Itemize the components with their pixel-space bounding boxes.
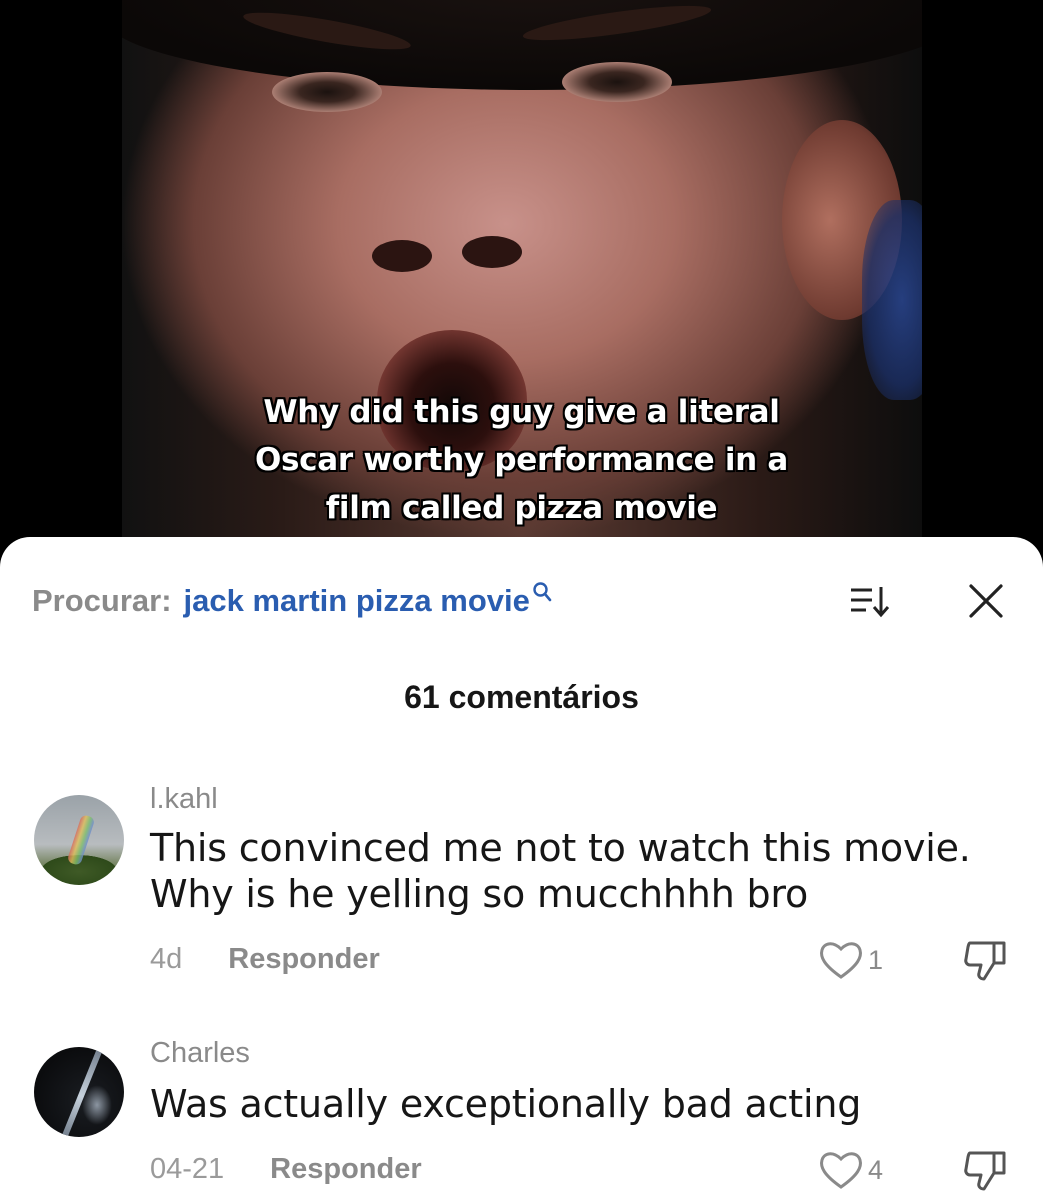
caption-line: Oscar worthy performance in a <box>254 442 789 478</box>
video-eye-left <box>272 72 382 112</box>
avatar-glow <box>82 1085 112 1125</box>
comment-meta: 4d Responder <box>150 943 380 976</box>
comment-date: 4d <box>150 943 183 975</box>
caption-line: Why did this guy give a literal <box>263 394 780 430</box>
like-count: 1 <box>868 944 884 975</box>
reply-button[interactable]: Responder <box>270 1153 421 1186</box>
like-count: 4 <box>868 1154 884 1185</box>
comment-item: l.kahl This convinced me not to watch th… <box>0 783 1043 983</box>
comment-text: This convinced me not to watch this movi… <box>150 825 971 917</box>
search-prefix: Procurar: <box>32 583 172 618</box>
search-query-link[interactable]: jack martin pizza movie <box>184 583 530 619</box>
heart-icon <box>820 942 862 979</box>
video-player[interactable]: Why did this guy give a literal Oscar wo… <box>0 0 1043 560</box>
caption-line: film called pizza movie <box>325 490 718 526</box>
search-icon <box>533 582 552 602</box>
avatar[interactable] <box>34 1047 124 1137</box>
comment-text-line: Why is he yelling so mucchhhh bro <box>150 872 809 916</box>
avatar[interactable] <box>34 795 124 885</box>
video-caption: Why did this guy give a literal Oscar wo… <box>0 388 1043 532</box>
comment-date: 04-21 <box>150 1153 225 1185</box>
video-eye-right <box>562 62 672 102</box>
like-button[interactable]: 4 <box>818 1149 883 1191</box>
avatar-rainbow <box>66 814 96 866</box>
close-icon[interactable] <box>966 581 1006 621</box>
like-button[interactable]: 1 <box>818 939 883 981</box>
sort-icon[interactable] <box>848 581 892 621</box>
thumbs-down-icon[interactable] <box>962 937 1010 983</box>
comment-text: Was actually exceptionally bad acting <box>150 1081 861 1127</box>
comments-sheet: Procurar: jack martin pizza movie 61 com… <box>0 537 1043 1199</box>
comment-item: Charles Was actually exceptionally bad a… <box>0 1037 1043 1199</box>
heart-icon <box>820 1152 862 1189</box>
reply-button[interactable]: Responder <box>228 943 379 976</box>
video-background-blue <box>862 200 922 400</box>
video-nostril-right <box>462 236 522 268</box>
related-search[interactable]: Procurar: jack martin pizza movie <box>32 581 552 621</box>
comment-count: 61 comentários <box>404 679 639 715</box>
comment-meta: 04-21 Responder <box>150 1153 422 1186</box>
comment-text-line: This convinced me not to watch this movi… <box>150 826 971 870</box>
video-nostril-left <box>372 240 432 272</box>
comment-username[interactable]: l.kahl <box>150 783 218 816</box>
comment-username[interactable]: Charles <box>150 1037 250 1070</box>
comment-text-line: Was actually exceptionally bad acting <box>150 1082 862 1126</box>
thumbs-down-icon[interactable] <box>962 1147 1010 1193</box>
video-hair <box>122 0 922 90</box>
